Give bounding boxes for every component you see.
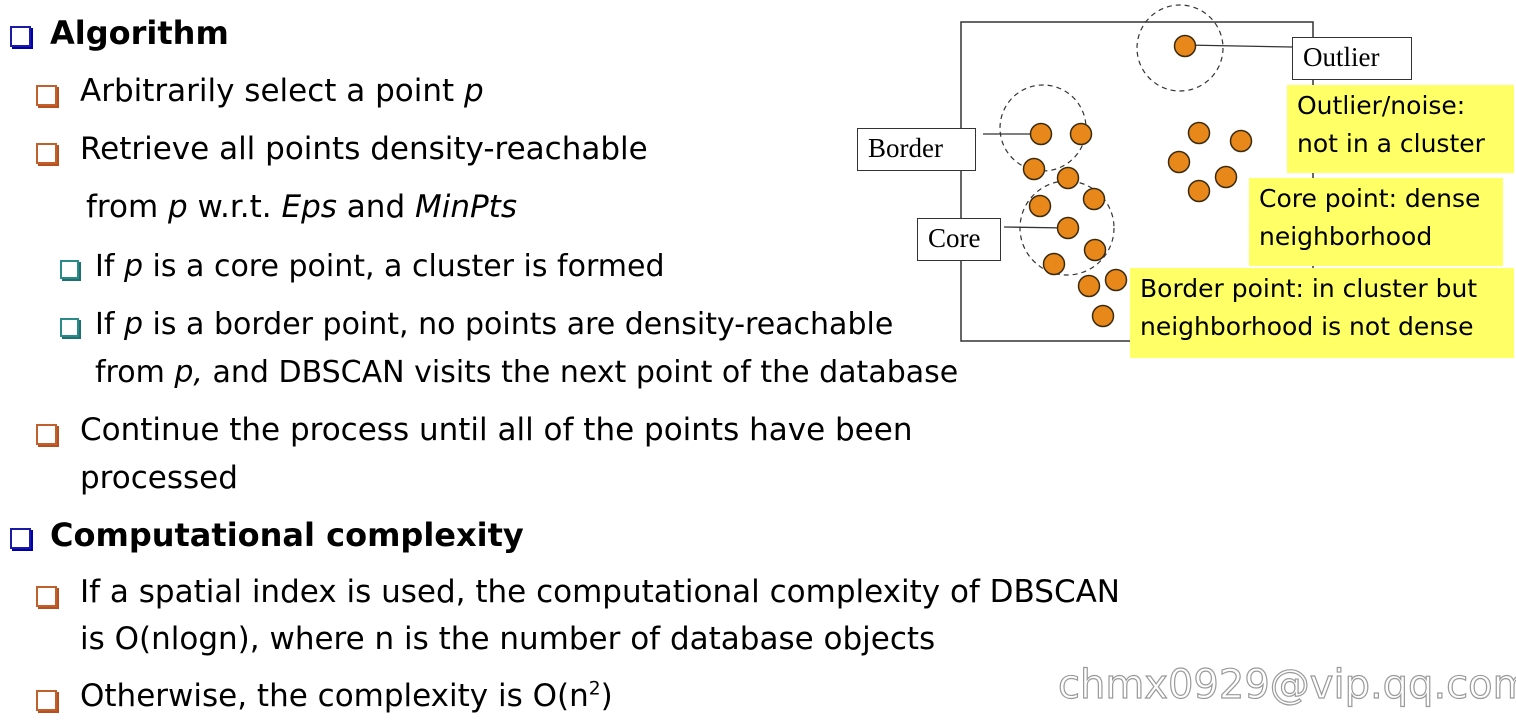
data-point	[1167, 150, 1191, 174]
data-point	[1091, 304, 1115, 328]
watermark: chmx0929@vip.qq.com	[1057, 661, 1516, 708]
core-label: Core	[917, 218, 1001, 261]
data-point	[1082, 187, 1106, 211]
note-text: Border point: in cluster but	[1140, 274, 1478, 303]
data-point	[1077, 274, 1101, 298]
data-point	[1028, 194, 1052, 218]
data-point	[1083, 238, 1107, 262]
data-point	[1022, 157, 1046, 181]
data-point	[1029, 122, 1053, 146]
note-text: not in a cluster	[1297, 129, 1485, 158]
label-text: Border	[868, 133, 943, 163]
border-note: Border point: in cluster but neighborhoo…	[1130, 268, 1514, 358]
outlier-leader-line	[1184, 44, 1293, 48]
data-point	[1042, 252, 1066, 276]
note-text: Core point: dense	[1259, 184, 1481, 213]
core-note: Core point: dense neighborhood	[1249, 178, 1503, 266]
data-point	[1104, 268, 1128, 292]
data-point	[1056, 166, 1080, 190]
outlier-note: Outlier/noise: not in a cluster	[1287, 85, 1514, 173]
label-text: Outlier	[1303, 42, 1380, 72]
border-label: Border	[857, 128, 976, 171]
data-point	[1214, 165, 1238, 189]
data-point	[1229, 129, 1253, 153]
label-text: Core	[928, 223, 981, 253]
note-text: Outlier/noise:	[1297, 91, 1466, 120]
data-point	[1187, 121, 1211, 145]
data-point	[1069, 122, 1093, 146]
data-point	[1187, 179, 1211, 203]
note-text: neighborhood is not dense	[1140, 312, 1474, 341]
data-point	[1056, 216, 1080, 240]
data-point	[1173, 34, 1197, 58]
note-text: neighborhood	[1259, 222, 1433, 251]
outlier-label: Outlier	[1292, 37, 1412, 80]
